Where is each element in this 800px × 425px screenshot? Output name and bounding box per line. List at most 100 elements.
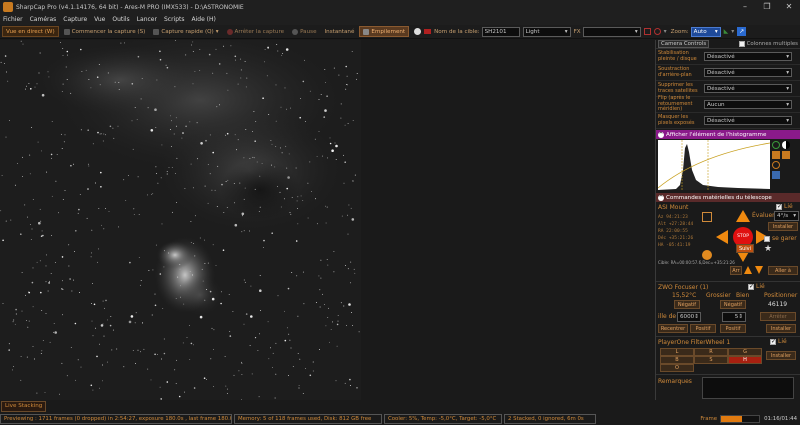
spiral-search-icon[interactable] xyxy=(702,212,712,222)
fine-positive-button[interactable]: Positif xyxy=(720,324,746,333)
snapshot-button[interactable]: Instantané xyxy=(322,26,358,37)
focuser-stop-button[interactable]: Arrêter xyxy=(760,312,796,321)
start-capture-button[interactable]: Commencer la capture (S) xyxy=(61,26,149,37)
live-stacking-tab[interactable]: Live Stacking xyxy=(1,401,47,412)
focuser-connected-checkbox[interactable] xyxy=(748,283,754,290)
camera-icon[interactable] xyxy=(782,151,790,159)
setting-row: Soustraction d'arrière-plan Désactivé ▾ xyxy=(656,65,800,81)
zoom-select[interactable]: Auto ▾ xyxy=(690,26,721,37)
menu-cameras[interactable]: Caméras xyxy=(30,16,57,23)
tracking-button[interactable]: Suivi xyxy=(736,244,754,253)
tab-camera-controls[interactable]: Camera Controls xyxy=(658,40,710,48)
contrast-icon[interactable] xyxy=(782,141,790,149)
histogram-tools xyxy=(772,141,790,179)
mount-target-status: Cible: RA=00:00:57.6,Dec=+35:21:26 xyxy=(658,260,735,265)
arrow-left-icon[interactable] xyxy=(716,230,728,244)
menu-lancer[interactable]: Lancer xyxy=(137,16,157,23)
setting-select[interactable]: Aucun ▾ xyxy=(704,100,792,109)
mount-connected[interactable]: Lié xyxy=(776,203,793,210)
restore-icon[interactable]: ❐ xyxy=(756,0,778,14)
pin-icon[interactable]: ↗ xyxy=(737,27,747,36)
camera-controls-panel: Camera Controls Colonnes multiples Stabi… xyxy=(655,40,800,400)
move-icon[interactable] xyxy=(772,151,780,159)
fx-select[interactable]: ▾ xyxy=(582,26,641,37)
nudge-down-icon[interactable] xyxy=(755,266,763,274)
cooler-status: Cooler: 5%, Temp: -5,0°C, Target: -5,0°C xyxy=(384,414,502,424)
histogram-tool-icon[interactable]: ◣ xyxy=(724,28,729,35)
close-icon[interactable]: ✕ xyxy=(778,0,800,14)
grid-icon[interactable]: ▾ xyxy=(664,28,667,35)
goto-button[interactable]: Aller à xyxy=(768,266,798,275)
coarse-negative-button[interactable]: Négatif xyxy=(674,300,700,309)
filter-b-button[interactable]: B xyxy=(660,356,694,364)
notes-label: Remarques xyxy=(658,378,692,385)
frame-type-select[interactable]: Light ▾ xyxy=(522,26,571,37)
multi-columns-toggle[interactable]: Colonnes multiples xyxy=(738,41,798,47)
live-view-button[interactable]: Vue en direct (W) xyxy=(2,26,59,37)
pause-button[interactable]: Pause xyxy=(289,26,319,37)
fine-step-input[interactable]: 5 ⇕ xyxy=(722,312,746,322)
filter-l-button[interactable]: L xyxy=(660,348,694,356)
fine-negative-button[interactable]: Négatif xyxy=(720,300,746,309)
focuser-connected[interactable]: Lié xyxy=(748,283,765,290)
setting-select[interactable]: Désactivé ▾ xyxy=(704,116,792,125)
save-icon[interactable] xyxy=(772,171,780,179)
filter-h-button[interactable]: H xyxy=(728,356,762,364)
star-icon[interactable]: ★ xyxy=(764,244,774,254)
minimize-icon[interactable]: – xyxy=(734,0,756,14)
arrow-up-icon[interactable] xyxy=(736,210,750,222)
sun-icon[interactable] xyxy=(702,250,712,260)
menu-aide[interactable]: Aide (H) xyxy=(192,16,216,23)
setting-select[interactable]: Désactivé ▾ xyxy=(704,84,792,93)
quick-capture-button[interactable]: Capture rapide (Q) ▾ xyxy=(150,26,221,37)
stop-capture-button[interactable]: Arrêter la capture xyxy=(224,26,288,37)
menu-vue[interactable]: Vue xyxy=(94,16,105,23)
histogram-section-header[interactable]: ^ Afficher l'élément de l'histogramme xyxy=(656,130,800,139)
collapse-icon[interactable]: ^ xyxy=(658,131,664,138)
focuser-temp: 15,52°C xyxy=(672,292,697,299)
crop-icon[interactable] xyxy=(643,28,651,35)
histogram-graph[interactable] xyxy=(658,140,770,190)
filterwheel-install-button[interactable]: Installer xyxy=(766,351,796,360)
filterwheel-connected-checkbox[interactable] xyxy=(770,338,776,345)
capture-icon xyxy=(63,28,70,35)
setting-select[interactable]: Désactivé ▾ xyxy=(704,52,792,61)
record-icon[interactable] xyxy=(424,29,432,34)
notes-textarea[interactable] xyxy=(702,377,794,399)
filter-r-button[interactable]: R xyxy=(694,348,728,356)
menu-capture[interactable]: Capture xyxy=(63,16,87,23)
mount-connected-checkbox[interactable] xyxy=(776,203,782,210)
coarse-step-input[interactable]: 6000 ⇕ xyxy=(677,312,701,322)
mount-install-button[interactable]: Installer xyxy=(768,222,798,231)
nebula-image xyxy=(0,40,361,400)
multi-columns-checkbox[interactable] xyxy=(738,41,745,47)
power-icon[interactable] xyxy=(772,141,780,149)
chevron-down-icon: ▾ xyxy=(634,28,638,35)
stacking-button[interactable]: Empilement xyxy=(359,26,410,37)
filter-g-button[interactable]: G xyxy=(728,348,762,356)
crosshair-icon[interactable] xyxy=(653,28,661,35)
filter-o-button[interactable]: O xyxy=(660,364,694,372)
refresh-icon[interactable] xyxy=(772,161,780,169)
mount-stop-button[interactable]: Arr xyxy=(730,266,742,275)
park-checkbox[interactable] xyxy=(764,235,770,242)
filterwheel-connected[interactable]: Lié xyxy=(770,338,787,345)
target-name-input[interactable]: SH2101 xyxy=(481,26,520,37)
collapse-icon[interactable]: ^ xyxy=(658,194,664,201)
target-circle-icon[interactable] xyxy=(414,28,422,35)
chevron-down-icon: ▾ xyxy=(786,53,789,60)
park-toggle[interactable]: se garer xyxy=(764,235,797,242)
menu-fichier[interactable]: Fichier xyxy=(3,16,23,23)
menu-outils[interactable]: Outils xyxy=(112,16,129,23)
focuser-install-button[interactable]: Installer xyxy=(766,324,796,333)
setting-select[interactable]: Désactivé ▾ xyxy=(704,68,792,77)
menu-scripts[interactable]: Scripts xyxy=(164,16,185,23)
astro-image[interactable] xyxy=(0,40,361,400)
dropdown-icon[interactable]: ▾ xyxy=(731,28,734,35)
telescope-section-header[interactable]: ^ Commandes matérielles du télescope xyxy=(656,193,800,202)
slew-rate-select[interactable]: 4°/s ▾ xyxy=(774,211,799,221)
coarse-positive-button[interactable]: Positif xyxy=(690,324,716,333)
recenter-button[interactable]: Recentrer xyxy=(658,324,688,333)
filter-s-button[interactable]: S xyxy=(694,356,728,364)
nudge-up-icon[interactable] xyxy=(744,266,752,274)
